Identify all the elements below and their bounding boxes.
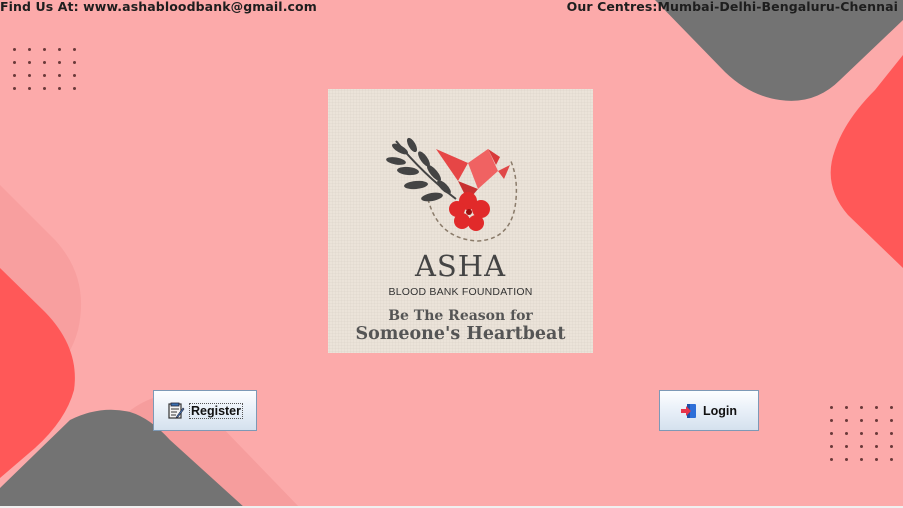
login-icon <box>680 403 696 418</box>
register-button[interactable]: Register <box>153 390 257 431</box>
origami-bird-logo <box>386 137 518 242</box>
tagline-line-1: Be The Reason for <box>388 308 533 324</box>
register-button-label: Register <box>188 402 244 419</box>
register-form-icon <box>168 402 185 419</box>
centres-text: Our Centres:Mumbai-Delhi-Bengaluru-Chenn… <box>566 0 898 14</box>
logo-title: ASHA <box>414 249 507 283</box>
contact-email-text: Find Us At: www.ashabloodbank@gmail.com <box>0 0 317 14</box>
dot-grid-decoration-bottom-right <box>830 406 896 461</box>
asha-logo-card: ASHA BLOOD BANK FOUNDATION Be The Reason… <box>328 89 593 353</box>
tagline-line-2: Someone's Heartbeat <box>355 324 566 344</box>
dot-grid-decoration-top-left <box>13 48 79 90</box>
login-button-label: Login <box>702 403 737 418</box>
logo-subtitle: BLOOD BANK FOUNDATION <box>388 286 533 298</box>
login-button[interactable]: Login <box>659 390 759 431</box>
